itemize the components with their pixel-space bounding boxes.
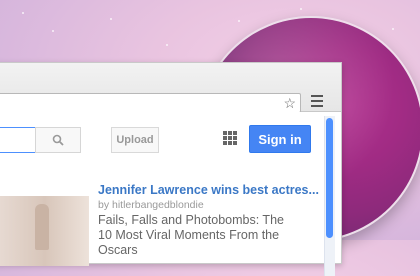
video-title-link[interactable]: Jennifer Lawrence wins best actres...: [98, 183, 319, 197]
upload-button[interactable]: Upload: [111, 127, 159, 153]
browser-window: ☆ Upload Sign in Jennifer Lawrence wins …: [0, 62, 342, 276]
star-icon[interactable]: ☆: [283, 95, 296, 111]
sign-in-button[interactable]: Sign in: [249, 125, 311, 153]
apps-grid-icon[interactable]: [223, 131, 237, 145]
video-title-link-2[interactable]: Fails, Falls and Photobombs: The 10 Most…: [98, 213, 298, 258]
video-byline: by hitlerbangedblondie: [98, 199, 204, 211]
search-icon: [52, 134, 64, 146]
search-input[interactable]: [0, 127, 36, 153]
search-button[interactable]: [35, 127, 81, 153]
address-bar[interactable]: ☆: [0, 93, 301, 113]
browser-toolbar: ☆: [0, 63, 341, 113]
hamburger-menu-icon[interactable]: [311, 95, 323, 107]
scrollbar-thumb[interactable]: [326, 118, 333, 238]
thumbnail-figure: [35, 204, 49, 250]
video-thumbnail[interactable]: [0, 196, 89, 266]
scrollbar[interactable]: [324, 116, 335, 276]
page-content: Upload Sign in Jennifer Lawrence wins be…: [0, 112, 341, 276]
